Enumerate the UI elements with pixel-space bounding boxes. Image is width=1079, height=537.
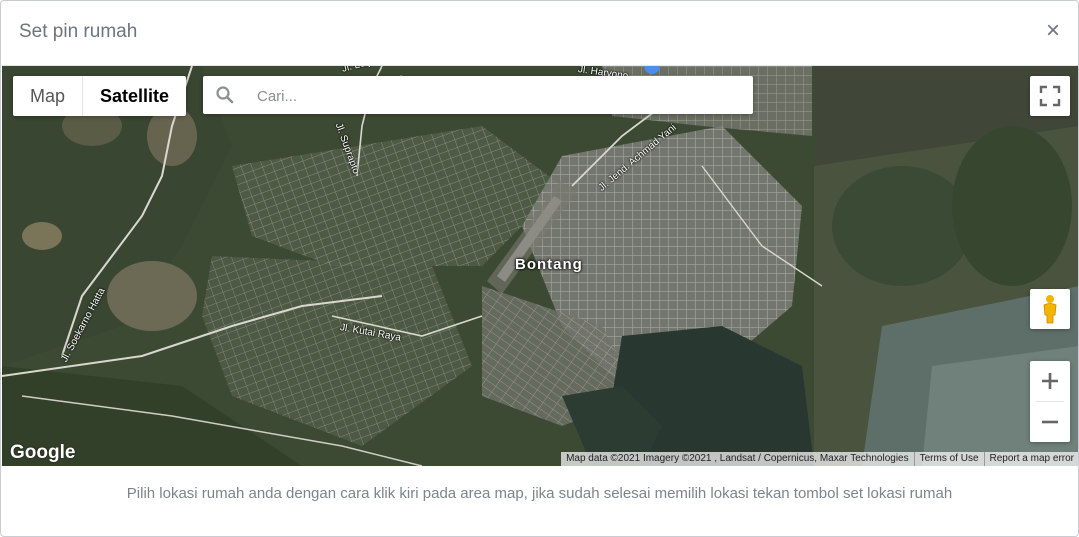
set-pin-modal: Set pin rumah × Jl. Soekarno Hatta Jl. K… [0, 0, 1079, 537]
modal-header: Set pin rumah × [1, 1, 1078, 66]
minus-icon [1042, 420, 1058, 424]
report-map-error-link[interactable]: Report a map error [983, 452, 1078, 466]
zoom-in-button[interactable] [1030, 361, 1070, 401]
map-type-control: Map Satellite [13, 76, 187, 116]
pegman-icon [1043, 295, 1057, 324]
search-input[interactable] [255, 76, 739, 116]
zoom-out-button[interactable] [1030, 402, 1070, 442]
fullscreen-button[interactable] [1030, 76, 1070, 116]
plus-icon [1042, 373, 1058, 389]
map-attribution-bar: Map data ©2021 Imagery ©2021 , Landsat /… [561, 452, 1078, 466]
close-button[interactable]: × [1042, 18, 1064, 44]
terms-of-use-link[interactable]: Terms of Use [913, 452, 984, 466]
street-view-button[interactable] [1030, 289, 1070, 329]
search-box [203, 76, 753, 116]
modal-title: Set pin rumah [19, 21, 138, 42]
fullscreen-icon [1039, 85, 1061, 107]
city-label: Bontang [515, 256, 583, 273]
map-type-satellite-button[interactable]: Satellite [82, 76, 186, 116]
instruction-text: Pilih lokasi rumah anda dengan cara klik… [126, 485, 953, 502]
map-area[interactable]: Jl. Soekarno Hatta Jl. Kutai Raya Jl. Je… [2, 66, 1078, 466]
attribution-text: Map data ©2021 Imagery ©2021 , Landsat /… [561, 452, 914, 466]
map-type-map-button[interactable]: Map [13, 76, 82, 116]
zoom-control [1030, 361, 1070, 442]
google-logo: Google [10, 442, 76, 463]
search-icon [216, 86, 234, 104]
